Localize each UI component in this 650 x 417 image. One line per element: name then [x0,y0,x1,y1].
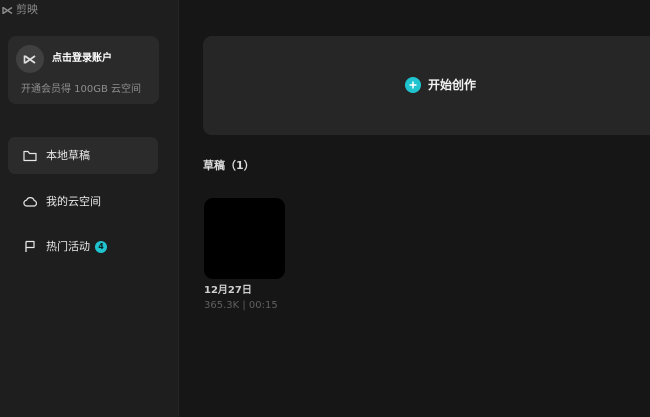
start-creating-button[interactable]: 开始创作 [203,36,650,135]
cloud-icon [22,194,38,210]
capcut-logo-icon [2,6,13,14]
flag-icon [22,239,38,255]
login-link[interactable]: 点击登录账户 [52,52,112,65]
folder-icon [22,148,38,164]
account-card[interactable]: 点击登录账户 开通会员得 100GB 云空间 [8,36,159,104]
avatar[interactable] [16,45,44,73]
start-creating-label: 开始创作 [428,78,477,92]
draft-meta: 365.3K | 00:15 [204,300,278,311]
sidebar-item-cloud-space[interactable]: 我的云空间 [8,183,158,220]
plus-icon [405,77,421,93]
app-brand: 剪映 [2,3,38,17]
capcut-logo-icon [23,54,36,64]
sidebar-item-hot-events[interactable]: 热门活动 4 [8,228,158,265]
drafts-heading: 草稿（1） [203,159,255,172]
sidebar: 剪映 点击登录账户 开通会员得 100GB 云空间 本地草稿 我的云空间 热门活… [0,0,179,417]
sidebar-item-label: 我的云空间 [46,194,101,208]
sidebar-item-label: 本地草稿 [46,148,90,162]
sidebar-item-local-drafts[interactable]: 本地草稿 [8,137,158,174]
draft-date[interactable]: 12月27日 [204,284,252,297]
draft-thumbnail[interactable] [204,198,285,279]
notification-badge: 4 [95,240,107,253]
sidebar-item-label: 热门活动 [46,239,90,253]
start-creating-content: 开始创作 [405,77,476,93]
member-promo-text[interactable]: 开通会员得 100GB 云空间 [21,83,141,96]
app-name: 剪映 [16,3,38,16]
